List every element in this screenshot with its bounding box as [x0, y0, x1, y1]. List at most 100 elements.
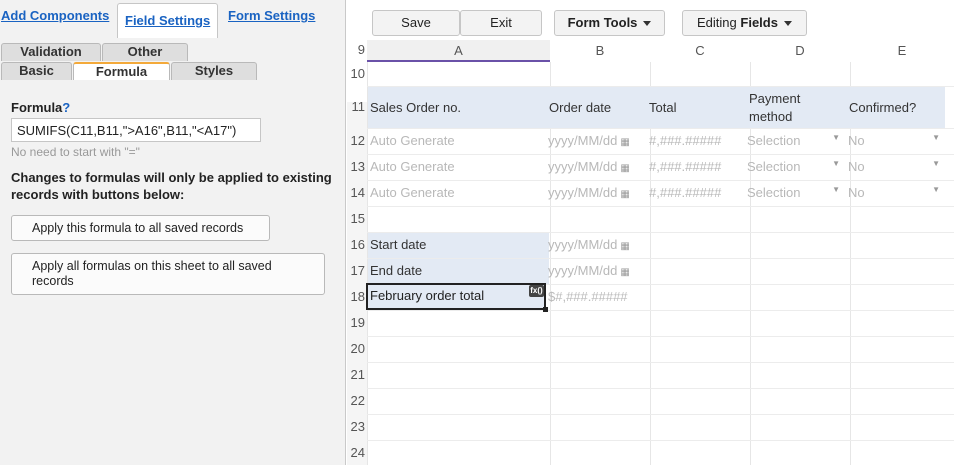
header-sales-order[interactable]: Sales Order no.: [368, 87, 549, 128]
column-header-e[interactable]: E: [850, 40, 954, 62]
cell-e13[interactable]: No ▼: [848, 159, 945, 174]
column-header-d[interactable]: D: [750, 40, 850, 62]
apply-all-formulas-button[interactable]: Apply all formulas on this sheet to all …: [11, 253, 325, 295]
cell-d13-text: Selection: [747, 159, 801, 174]
subtab-other[interactable]: Other: [102, 43, 188, 61]
row-number[interactable]: 11: [347, 99, 367, 114]
row-number[interactable]: 23: [347, 419, 367, 434]
row-number[interactable]: 17: [347, 263, 367, 278]
spreadsheet-grid[interactable]: A B C D E 9 10 11 12 13 14 15 16 17 18 1…: [347, 40, 954, 465]
gridline: [367, 154, 954, 155]
cell-c13[interactable]: #,###.#####: [649, 159, 749, 174]
row-number[interactable]: 16: [347, 237, 367, 252]
chevron-down-icon[interactable]: ▼: [932, 133, 940, 142]
formula-input[interactable]: [11, 118, 261, 142]
calendar-icon[interactable]: ▦: [620, 163, 629, 174]
settings-panel: Add Components Field Settings Form Setti…: [0, 0, 346, 465]
cell-b13[interactable]: yyyy/MM/dd ▦: [548, 159, 648, 174]
subtab-styles[interactable]: Styles: [171, 62, 257, 80]
subtab-validation[interactable]: Validation: [1, 43, 101, 61]
chevron-down-icon[interactable]: ▼: [832, 185, 840, 194]
gridline: [367, 388, 954, 389]
formula-label: Formula?: [11, 100, 70, 115]
form-tools-label: Form Tools: [567, 15, 638, 30]
form-tools-button[interactable]: Form Tools: [554, 10, 665, 36]
chevron-down-icon[interactable]: ▼: [832, 159, 840, 168]
chevron-down-icon[interactable]: ▼: [932, 159, 940, 168]
tab-form-settings[interactable]: Form Settings: [228, 8, 315, 23]
toolbar: Save Exit Form Tools Editing Fields: [347, 0, 954, 40]
editing-prefix: Editing: [697, 15, 741, 30]
chevron-down-icon[interactable]: ▼: [832, 133, 840, 142]
row-number[interactable]: 21: [347, 367, 367, 382]
gridline: [367, 180, 954, 181]
subtab-basic[interactable]: Basic: [1, 62, 72, 80]
start-date-placeholder: yyyy/MM/dd: [548, 237, 618, 252]
row-number[interactable]: 14: [347, 185, 367, 200]
calendar-icon[interactable]: ▦: [620, 189, 629, 200]
cell-d12[interactable]: Selection ▼: [747, 133, 845, 148]
row-number[interactable]: 9: [347, 42, 367, 57]
chevron-down-icon: [783, 21, 792, 27]
calendar-icon[interactable]: ▦: [620, 241, 629, 252]
gridline: [367, 336, 954, 337]
cell-e12[interactable]: No ▼: [848, 133, 945, 148]
calendar-icon[interactable]: ▦: [620, 267, 629, 278]
column-header-c[interactable]: C: [650, 40, 750, 62]
fx-icon[interactable]: fx(): [529, 285, 544, 297]
row-number[interactable]: 15: [347, 211, 367, 226]
cell-b13-text: yyyy/MM/dd: [548, 159, 618, 174]
formula-settings: Formula? No need to start with "=" Chang…: [0, 80, 345, 465]
cell-b14-text: yyyy/MM/dd: [548, 185, 618, 200]
field-start-date-input[interactable]: yyyy/MM/dd ▦: [548, 237, 648, 252]
cell-e13-text: No: [848, 159, 865, 174]
exit-button[interactable]: Exit: [460, 10, 542, 36]
row-number[interactable]: 20: [347, 341, 367, 356]
header-payment-method[interactable]: Payment method: [749, 87, 819, 128]
cell-a14[interactable]: Auto Generate: [370, 185, 548, 200]
formula-hint: No need to start with "=": [11, 145, 140, 159]
gridline: [367, 440, 954, 441]
column-header-a[interactable]: A: [367, 40, 550, 62]
field-end-date-input[interactable]: yyyy/MM/dd ▦: [548, 263, 648, 278]
row-number[interactable]: 10: [347, 66, 367, 81]
row-number[interactable]: 19: [347, 315, 367, 330]
header-order-date[interactable]: Order date: [548, 87, 649, 128]
cell-d13[interactable]: Selection ▼: [747, 159, 845, 174]
row-number[interactable]: 22: [347, 393, 367, 408]
cell-b12[interactable]: yyyy/MM/dd ▦: [548, 133, 648, 148]
help-icon[interactable]: ?: [62, 100, 70, 115]
cell-c14[interactable]: #,###.#####: [649, 185, 749, 200]
apply-formula-button[interactable]: Apply this formula to all saved records: [11, 215, 270, 241]
row-number[interactable]: 18: [347, 289, 367, 304]
column-header-b[interactable]: B: [550, 40, 650, 62]
field-february-total-label[interactable]: February order total: [370, 288, 530, 303]
cell-e14[interactable]: No ▼: [848, 185, 945, 200]
cell-a12[interactable]: Auto Generate: [370, 133, 548, 148]
tab-add-components[interactable]: Add Components: [1, 8, 109, 23]
calendar-icon[interactable]: ▦: [620, 137, 629, 148]
chevron-down-icon[interactable]: ▼: [932, 185, 940, 194]
cell-b14[interactable]: yyyy/MM/dd ▦: [548, 185, 648, 200]
row-number[interactable]: 24: [347, 445, 367, 460]
editing-mode-label: Fields: [740, 15, 778, 30]
tab-field-settings[interactable]: Field Settings: [117, 3, 219, 38]
header-confirmed[interactable]: Confirmed?: [849, 87, 945, 128]
header-total[interactable]: Total: [649, 87, 750, 128]
header-payment-method-fill: [819, 87, 850, 128]
field-start-date-label[interactable]: Start date: [368, 233, 549, 258]
save-button[interactable]: Save: [372, 10, 460, 36]
gridline: [367, 206, 954, 207]
cell-e14-text: No: [848, 185, 865, 200]
field-end-date-label[interactable]: End date: [368, 259, 549, 284]
row-number[interactable]: 12: [347, 133, 367, 148]
fill-handle[interactable]: [543, 307, 548, 312]
subtab-formula[interactable]: Formula: [73, 62, 170, 80]
cell-c12[interactable]: #,###.#####: [649, 133, 749, 148]
field-february-total-value[interactable]: $#,###.#####: [548, 289, 648, 304]
row-number[interactable]: 13: [347, 159, 367, 174]
cell-d14[interactable]: Selection ▼: [747, 185, 845, 200]
cell-a13[interactable]: Auto Generate: [370, 159, 548, 174]
formula-note: Changes to formulas will only be applied…: [11, 170, 332, 202]
editing-mode-button[interactable]: Editing Fields: [682, 10, 807, 36]
